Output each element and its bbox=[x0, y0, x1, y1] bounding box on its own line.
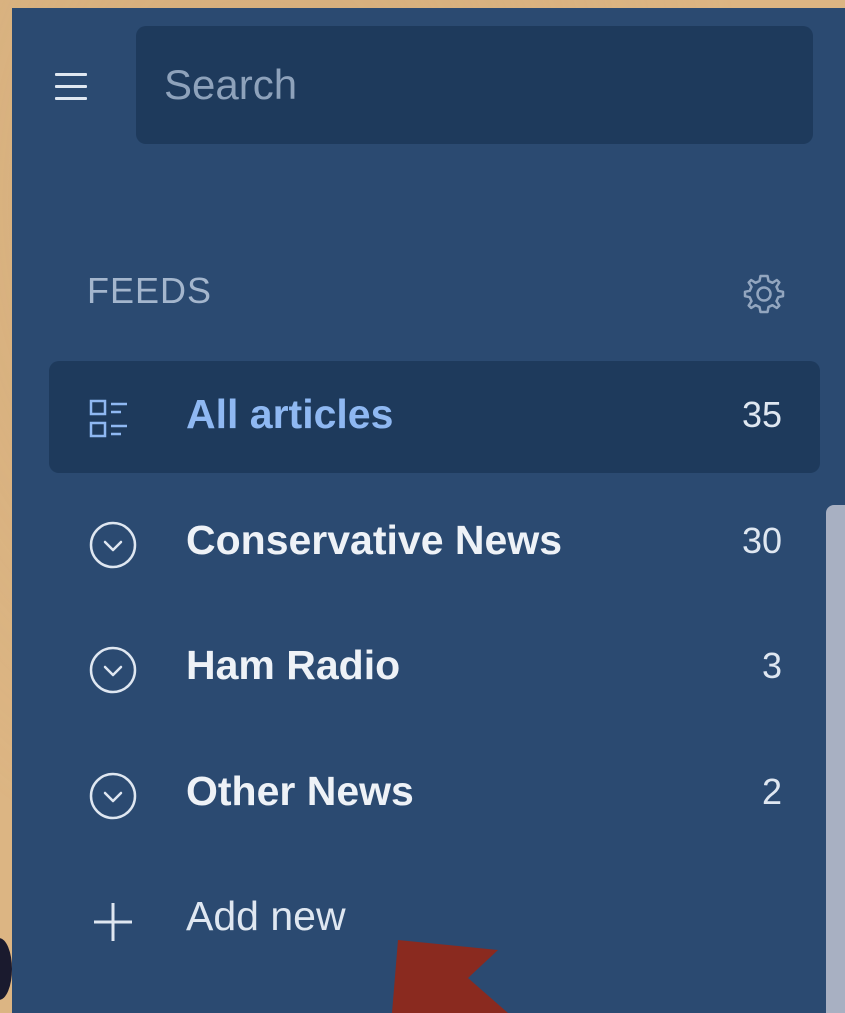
feed-item-conservative-news[interactable]: Conservative News 30 bbox=[49, 487, 820, 599]
search-input[interactable] bbox=[162, 60, 813, 110]
annotation-arrow-icon bbox=[380, 940, 520, 1013]
plus-icon bbox=[87, 895, 139, 947]
feed-label: Other News bbox=[186, 768, 414, 814]
scrollbar[interactable] bbox=[826, 505, 845, 1013]
feed-label: All articles bbox=[186, 391, 394, 437]
feed-count-badge: 35 bbox=[741, 394, 782, 435]
cursor-shadow bbox=[0, 938, 12, 1000]
feed-count-badge: 3 bbox=[761, 645, 782, 686]
add-new-label: Add new bbox=[186, 893, 346, 939]
feed-item-other-news[interactable]: Other News 2 bbox=[49, 738, 820, 850]
feed-label: Ham Radio bbox=[186, 642, 401, 688]
list-icon bbox=[87, 393, 139, 445]
feed-item-all-articles[interactable]: All articles 35 bbox=[49, 361, 820, 473]
feed-count-badge: 30 bbox=[741, 520, 782, 561]
sidebar-panel: FEEDS All articles 35 bbox=[12, 8, 845, 1013]
chevron-circle-down-icon[interactable] bbox=[87, 519, 139, 571]
chevron-circle-down-icon[interactable] bbox=[87, 644, 139, 696]
feed-item-ham-radio[interactable]: Ham Radio 3 bbox=[49, 612, 820, 724]
feed-count-badge: 2 bbox=[761, 771, 782, 812]
hamburger-menu-icon[interactable] bbox=[50, 66, 94, 110]
gear-icon[interactable] bbox=[740, 270, 788, 318]
chevron-circle-down-icon[interactable] bbox=[87, 770, 139, 822]
feeds-section-label: FEEDS bbox=[87, 270, 213, 311]
search-box[interactable] bbox=[136, 26, 813, 144]
feed-label: Conservative News bbox=[186, 517, 563, 563]
